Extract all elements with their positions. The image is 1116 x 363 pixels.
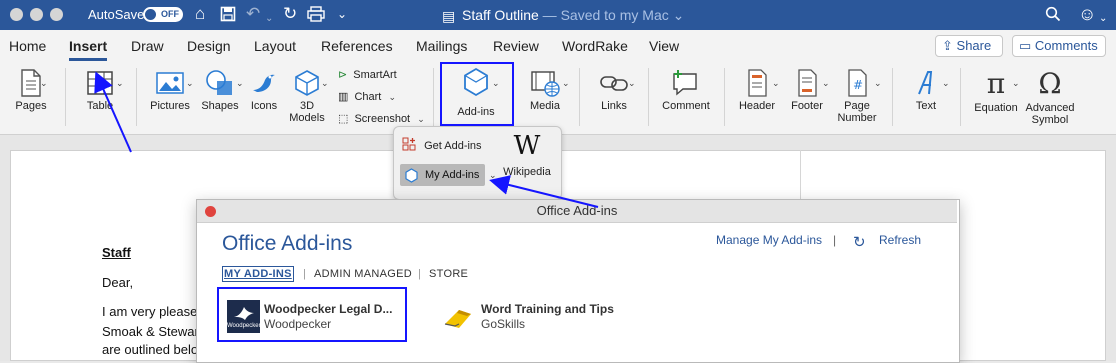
arrow-to-insert-tab bbox=[94, 71, 132, 153]
annotation-arrows bbox=[94, 71, 599, 208]
arrow-to-my-add-ins bbox=[489, 175, 599, 208]
